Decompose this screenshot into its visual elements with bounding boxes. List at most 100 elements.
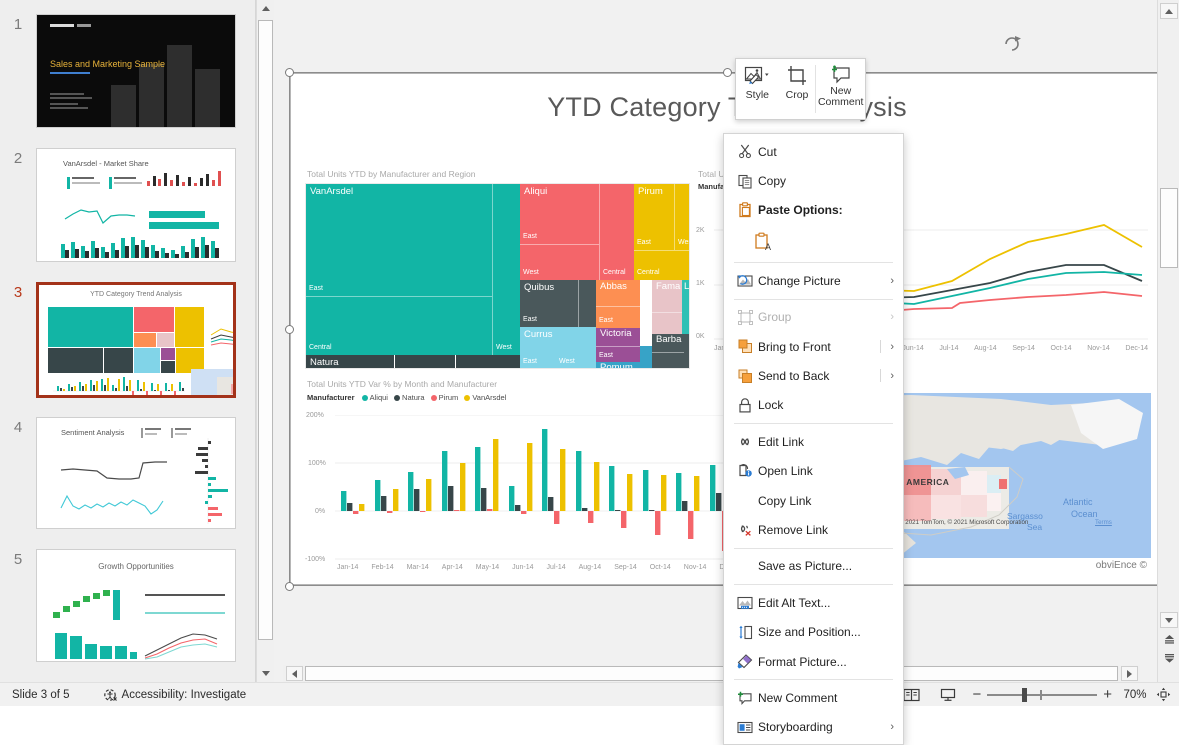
slide-editing-area[interactable]: YTD Category Trend Analysis Total Units … xyxy=(275,0,1140,682)
treemap-cell-pirum-west[interactable]: West xyxy=(674,184,690,250)
treemap-cell-natura-west[interactable]: West xyxy=(456,355,520,369)
resize-handle-middle-left[interactable] xyxy=(285,325,294,334)
context-menu-item-edit-alt-text[interactable]: Edit Alt Text... xyxy=(724,588,903,617)
next-slide-button[interactable] xyxy=(1160,650,1178,666)
treemap-cell-barba[interactable]: Barba xyxy=(652,334,684,352)
paste-options-gallery[interactable]: A xyxy=(724,225,903,259)
context-menu-item-send-to-back[interactable]: Send to Back › xyxy=(724,361,903,390)
slide-title[interactable]: YTD Category Trend Analysis xyxy=(291,92,1163,123)
context-menu-item-open-link[interactable]: Open Link xyxy=(724,457,903,486)
scroll-left-button[interactable] xyxy=(286,666,303,681)
resize-handle-top-center[interactable] xyxy=(723,68,732,77)
treemap-cell-aliqui-central[interactable]: Central xyxy=(599,184,634,280)
treemap-cell-vanarsdel-west[interactable]: West xyxy=(492,184,520,355)
context-menu-item-size-and-position[interactable]: Size and Position... xyxy=(724,617,903,646)
zoom-slider[interactable] xyxy=(987,683,1097,707)
scroll-right-button[interactable] xyxy=(1121,666,1138,681)
thumbnail-canvas-1[interactable]: Sales and Marketing Sample xyxy=(36,14,236,128)
treemap-cell-leo-b[interactable] xyxy=(682,312,690,334)
thumbnail-canvas-3[interactable]: YTD Category Trend Analysis xyxy=(36,282,236,398)
thumbnail-slide-4[interactable]: 4 Sentiment Analysis xyxy=(0,417,256,529)
resize-handle-bottom-left[interactable] xyxy=(285,582,294,591)
thumbnail-slide-1[interactable]: 1 Sales and Marketing Sample xyxy=(0,14,256,128)
thumbnail-slide-3[interactable]: 3 YTD Category Trend Analysis xyxy=(0,282,256,398)
thumbnail-scroll-down-button[interactable] xyxy=(257,665,274,682)
context-menu-item-format-picture[interactable]: Format Picture... xyxy=(724,647,903,676)
treemap-cell-salvus[interactable]: Salvus xyxy=(652,368,684,369)
bar-chart-visual[interactable]: Total Units YTD Var % by Month and Manuf… xyxy=(305,379,745,584)
rotate-handle[interactable] xyxy=(1002,33,1022,53)
treemap-cell-aliqui-east[interactable]: Aliqui East xyxy=(520,184,599,244)
context-menu-item-lock[interactable]: Lock xyxy=(724,391,903,420)
treemap-cell-pirum-east[interactable]: Pirum East xyxy=(634,184,674,250)
scroll-thumb[interactable] xyxy=(1160,188,1178,268)
treemap-cell-natura-central[interactable]: Central xyxy=(395,355,455,369)
treemap-cell-natura-east[interactable]: Natura East xyxy=(306,355,394,369)
scroll-up-button[interactable] xyxy=(1160,3,1178,19)
fit-to-window-button[interactable] xyxy=(1152,683,1179,707)
zoom-level-label[interactable]: 70% xyxy=(1118,683,1152,707)
thumbnail-scroll-thumb[interactable] xyxy=(258,20,273,640)
slide-counter[interactable]: Slide 3 of 5 xyxy=(4,683,78,707)
treemap-cell-vanarsdel-east[interactable]: VanArsdel East xyxy=(306,184,492,296)
treemap-cell-leo[interactable]: Leo xyxy=(682,280,690,312)
accessibility-status[interactable]: Accessibility: Investigate xyxy=(96,683,255,707)
treemap-cell-pirum-central[interactable]: Central xyxy=(634,250,690,280)
treemap-cell-fama-b[interactable] xyxy=(652,312,682,334)
thumbnail-canvas-4[interactable]: Sentiment Analysis xyxy=(36,417,236,529)
zoom-in-button[interactable]: + xyxy=(1097,683,1118,707)
thumbnail-slide-5[interactable]: 5 Growth Opportunities xyxy=(0,549,256,662)
treemap-cell-abbas-east[interactable]: East xyxy=(596,306,640,328)
mini-toolbar-new-comment-button[interactable]: New Comment xyxy=(816,59,865,119)
treemap-visual[interactable]: Total Units YTD by Manufacturer and Regi… xyxy=(305,169,690,369)
context-menu-item-copy[interactable]: Copy xyxy=(724,166,903,195)
treemap-cell-barba-b[interactable] xyxy=(652,352,684,368)
treemap-cell-pomum[interactable]: Pomum xyxy=(596,362,640,369)
zoom-out-button[interactable]: − xyxy=(966,683,987,707)
context-menu-item-save-as-picture[interactable]: Save as Picture... xyxy=(724,552,903,581)
context-menu-item-cut[interactable]: Cut xyxy=(724,137,903,166)
treemap-cell-currus-central[interactable] xyxy=(582,327,596,369)
thumbnail-slide-2[interactable]: 2 VanArsdel - Market Share xyxy=(0,148,256,262)
thumbnail-canvas-5[interactable]: Growth Opportunities xyxy=(36,549,236,662)
treemap-cell-abbas[interactable]: Abbas xyxy=(596,280,640,306)
treemap-cell-quibus-east[interactable]: Quibus East xyxy=(520,280,578,327)
treemap-cell-pomum-b[interactable] xyxy=(640,346,652,369)
map-terms-link[interactable]: Terms xyxy=(1095,519,1112,526)
mini-toolbar-crop-button[interactable]: Crop xyxy=(779,59,816,119)
context-menu-item-new-comment[interactable]: New Comment xyxy=(724,683,903,712)
thumbnail-scroll-up-button[interactable] xyxy=(257,0,274,17)
thumbnail-pane-scrollbar[interactable] xyxy=(256,0,274,682)
resize-handle-top-left[interactable] xyxy=(285,68,294,77)
previous-slide-button[interactable] xyxy=(1160,631,1178,647)
treemap-cell-salvus-b[interactable] xyxy=(684,368,690,369)
slide-horizontal-scrollbar[interactable] xyxy=(283,665,1140,682)
treemap-cell-barba-c[interactable] xyxy=(684,334,690,368)
treemap-cell-currus-east[interactable]: Currus East xyxy=(520,327,556,369)
context-menu-item-storyboarding[interactable]: Storyboarding › xyxy=(724,713,903,742)
paste-keep-text-only-icon[interactable]: A xyxy=(754,232,774,252)
treemap-cell-victoria[interactable]: Victoria xyxy=(596,328,640,346)
context-menu-item-copy-link[interactable]: Copy Link xyxy=(724,486,903,515)
bar-chart-legend[interactable]: Manufacturer Aliqui Natura Pirum VanArsd… xyxy=(307,393,506,402)
treemap-cell-currus-west[interactable]: West xyxy=(556,327,582,369)
scroll-down-button[interactable] xyxy=(1160,612,1178,628)
thumbnail-canvas-2[interactable]: VanArsdel - Market Share xyxy=(36,148,236,262)
context-menu-item-change-picture[interactable]: Change Picture › xyxy=(724,266,903,295)
horizontal-scroll-thumb[interactable] xyxy=(305,666,1118,681)
context-menu-item-remove-link[interactable]: Remove Link xyxy=(724,515,903,544)
zoom-slider-handle[interactable] xyxy=(1022,688,1027,702)
context-menu-item-bring-to-front[interactable]: Bring to Front › xyxy=(724,332,903,361)
picture-mini-toolbar[interactable]: Style Crop New Comment xyxy=(735,58,866,120)
slideshow-button[interactable] xyxy=(930,683,966,707)
slide-vertical-scrollbar[interactable] xyxy=(1157,0,1179,682)
treemap-cell-victoria-east[interactable]: East xyxy=(596,346,640,362)
slide-thumbnail-pane[interactable]: 1 Sales and Marketing Sample 2 Va xyxy=(0,0,256,682)
treemap-cell-aliqui-west[interactable]: West xyxy=(520,244,599,280)
context-menu-item-edit-link[interactable]: Edit Link xyxy=(724,427,903,456)
treemap-cell-vanarsdel-central[interactable]: Central xyxy=(306,296,492,355)
mini-toolbar-style-button[interactable]: Style xyxy=(736,59,779,119)
picture-context-menu[interactable]: Cut Copy Paste xyxy=(723,133,904,745)
treemap-cell-quibus-other[interactable] xyxy=(578,280,596,327)
treemap-cell-fama[interactable]: Fama xyxy=(652,280,682,312)
